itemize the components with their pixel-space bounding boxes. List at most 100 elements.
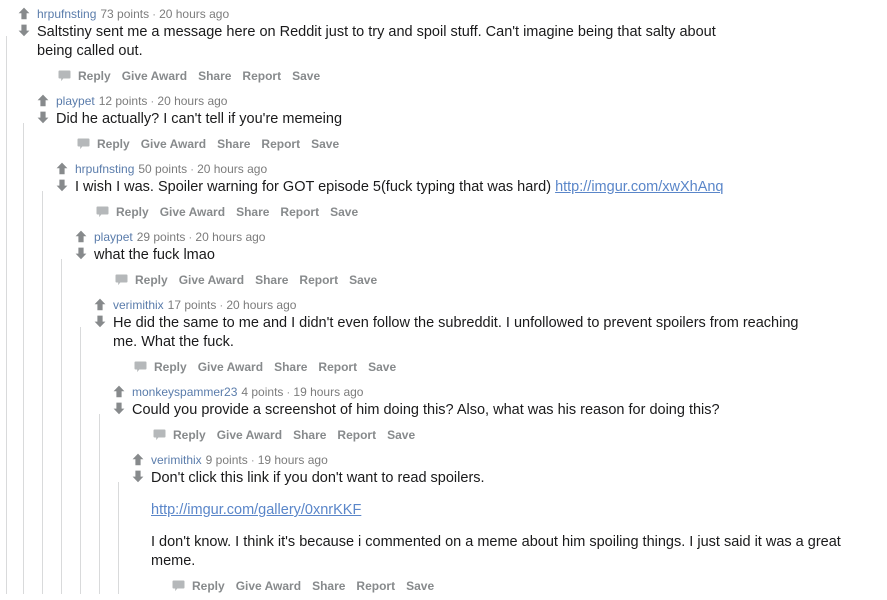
thread-collapse-line[interactable] bbox=[6, 36, 7, 594]
give-award-button[interactable]: Give Award bbox=[179, 271, 244, 289]
comment-score: 50 points bbox=[138, 162, 188, 176]
thread-collapse-line[interactable] bbox=[23, 123, 24, 594]
comment-meta: hrpufnsting 73 points · 20 hours ago bbox=[17, 6, 887, 37]
thread-collapse-line[interactable] bbox=[99, 414, 100, 594]
downvote-arrow-icon[interactable] bbox=[17, 24, 31, 37]
comment-actions: Reply Give Award Share Report Save bbox=[74, 270, 887, 288]
save-button[interactable]: Save bbox=[330, 203, 358, 221]
external-link[interactable]: http://imgur.com/gallery/0xnrKKF bbox=[151, 502, 361, 518]
comment: hrpufnsting 73 points · 20 hours ago Saltsti… bbox=[0, 6, 887, 594]
comment-body: I wish I was. Spoiler warning for GOT ep… bbox=[55, 178, 782, 197]
share-button[interactable]: Share bbox=[236, 203, 269, 221]
upvote-arrow-icon[interactable] bbox=[93, 298, 107, 311]
thread-collapse-line[interactable] bbox=[42, 191, 43, 594]
comment-timestamp[interactable]: 20 hours ago bbox=[195, 230, 265, 244]
comment-timestamp[interactable]: 20 hours ago bbox=[157, 94, 227, 108]
share-button[interactable]: Share bbox=[217, 135, 250, 153]
report-button[interactable]: Report bbox=[242, 67, 281, 85]
comment-paragraph: Did he actually? I can't tell if you're … bbox=[56, 110, 763, 129]
comment-author[interactable]: verimithix bbox=[151, 453, 202, 467]
save-button[interactable]: Save bbox=[349, 271, 377, 289]
report-button[interactable]: Report bbox=[337, 426, 376, 444]
save-button[interactable]: Save bbox=[292, 67, 320, 85]
give-award-button[interactable]: Give Award bbox=[198, 358, 263, 376]
comment-children: verimithix 9 points · 19 hours ago Don't cli… bbox=[112, 452, 887, 594]
comment-score: 73 points bbox=[100, 7, 150, 21]
thread-collapse-line[interactable] bbox=[80, 327, 81, 594]
comment-body: Saltstiny sent me a message here on Redd… bbox=[17, 23, 744, 61]
comment-author[interactable]: monkeyspammer23 bbox=[132, 385, 237, 399]
reply-button[interactable]: Reply bbox=[154, 358, 187, 376]
comment-timestamp[interactable]: 19 hours ago bbox=[293, 385, 363, 399]
comment-paragraph: He did the same to me and I didn't even … bbox=[113, 314, 820, 352]
upvote-arrow-icon[interactable] bbox=[112, 385, 126, 398]
comment-author[interactable]: hrpufnsting bbox=[75, 162, 134, 176]
give-award-button[interactable]: Give Award bbox=[141, 135, 206, 153]
upvote-arrow-icon[interactable] bbox=[17, 7, 31, 20]
downvote-arrow-icon[interactable] bbox=[112, 402, 126, 415]
downvote-arrow-icon[interactable] bbox=[55, 179, 69, 192]
give-award-button[interactable]: Give Award bbox=[160, 203, 225, 221]
give-award-button[interactable]: Give Award bbox=[217, 426, 282, 444]
meta-separator: · bbox=[152, 7, 157, 21]
reply-button[interactable]: Reply bbox=[116, 203, 149, 221]
report-button[interactable]: Report bbox=[318, 358, 357, 376]
comment-paragraph: Don't click this link if you don't want … bbox=[151, 469, 858, 488]
share-button[interactable]: Share bbox=[293, 426, 326, 444]
save-button[interactable]: Save bbox=[311, 135, 339, 153]
comment-author[interactable]: playpet bbox=[56, 94, 95, 108]
downvote-arrow-icon[interactable] bbox=[93, 315, 107, 328]
share-button[interactable]: Share bbox=[312, 577, 345, 595]
comment-bubble-icon bbox=[115, 274, 128, 286]
comment-bubble-icon bbox=[58, 70, 71, 82]
downvote-arrow-icon[interactable] bbox=[36, 111, 50, 124]
give-award-button[interactable]: Give Award bbox=[236, 577, 301, 595]
comment-bubble-icon bbox=[172, 580, 185, 592]
comment-timestamp[interactable]: 20 hours ago bbox=[197, 162, 267, 176]
comment-author[interactable]: hrpufnsting bbox=[37, 7, 96, 21]
comment-children: playpet 12 points · 20 hours ago Did he actu… bbox=[17, 93, 887, 594]
comment-meta: verimithix 9 points · 19 hours ago bbox=[131, 452, 887, 483]
save-button[interactable]: Save bbox=[387, 426, 415, 444]
downvote-arrow-icon[interactable] bbox=[131, 470, 145, 483]
reply-button[interactable]: Reply bbox=[97, 135, 130, 153]
save-button[interactable]: Save bbox=[406, 577, 434, 595]
thread-collapse-line[interactable] bbox=[118, 482, 119, 594]
share-button[interactable]: Share bbox=[274, 358, 307, 376]
downvote-arrow-icon[interactable] bbox=[74, 247, 88, 260]
upvote-arrow-icon[interactable] bbox=[55, 162, 69, 175]
report-button[interactable]: Report bbox=[280, 203, 319, 221]
upvote-arrow-icon[interactable] bbox=[74, 230, 88, 243]
comment-author[interactable]: playpet bbox=[94, 230, 133, 244]
upvote-arrow-icon[interactable] bbox=[131, 453, 145, 466]
meta-separator: · bbox=[219, 298, 224, 312]
comment-paragraph: I wish I was. Spoiler warning for GOT ep… bbox=[75, 178, 782, 197]
comment-text: what the fuck lmao bbox=[94, 247, 215, 263]
reply-button[interactable]: Reply bbox=[173, 426, 206, 444]
report-button[interactable]: Report bbox=[261, 135, 300, 153]
comment: playpet 12 points · 20 hours ago Did he actu… bbox=[17, 93, 887, 594]
share-button[interactable]: Share bbox=[255, 271, 288, 289]
thread-collapse-line[interactable] bbox=[61, 259, 62, 594]
report-button[interactable]: Report bbox=[299, 271, 338, 289]
comment: verimithix 9 points · 19 hours ago Don't cli… bbox=[112, 452, 887, 594]
reply-button[interactable]: Reply bbox=[78, 67, 111, 85]
comment-paragraph: what the fuck lmao bbox=[94, 246, 801, 265]
reply-button[interactable]: Reply bbox=[135, 271, 168, 289]
comment-timestamp[interactable]: 20 hours ago bbox=[159, 7, 229, 21]
comment-meta: monkeyspammer23 4 points · 19 hours ago bbox=[112, 384, 887, 415]
comment-author[interactable]: verimithix bbox=[113, 298, 164, 312]
external-link[interactable]: http://imgur.com/xwXhAnq bbox=[555, 179, 723, 195]
upvote-arrow-icon[interactable] bbox=[36, 94, 50, 107]
comment-paragraph: I don't know. I think it's because i com… bbox=[151, 533, 858, 571]
comment: monkeyspammer23 4 points · 19 hours ago Coul… bbox=[93, 384, 887, 594]
give-award-button[interactable]: Give Award bbox=[122, 67, 187, 85]
report-button[interactable]: Report bbox=[356, 577, 395, 595]
reply-button[interactable]: Reply bbox=[192, 577, 225, 595]
comment-body: Did he actually? I can't tell if you're … bbox=[36, 110, 763, 129]
comment-score: 4 points bbox=[241, 385, 284, 399]
comment-timestamp[interactable]: 19 hours ago bbox=[258, 453, 328, 467]
share-button[interactable]: Share bbox=[198, 67, 231, 85]
comment-timestamp[interactable]: 20 hours ago bbox=[226, 298, 296, 312]
save-button[interactable]: Save bbox=[368, 358, 396, 376]
